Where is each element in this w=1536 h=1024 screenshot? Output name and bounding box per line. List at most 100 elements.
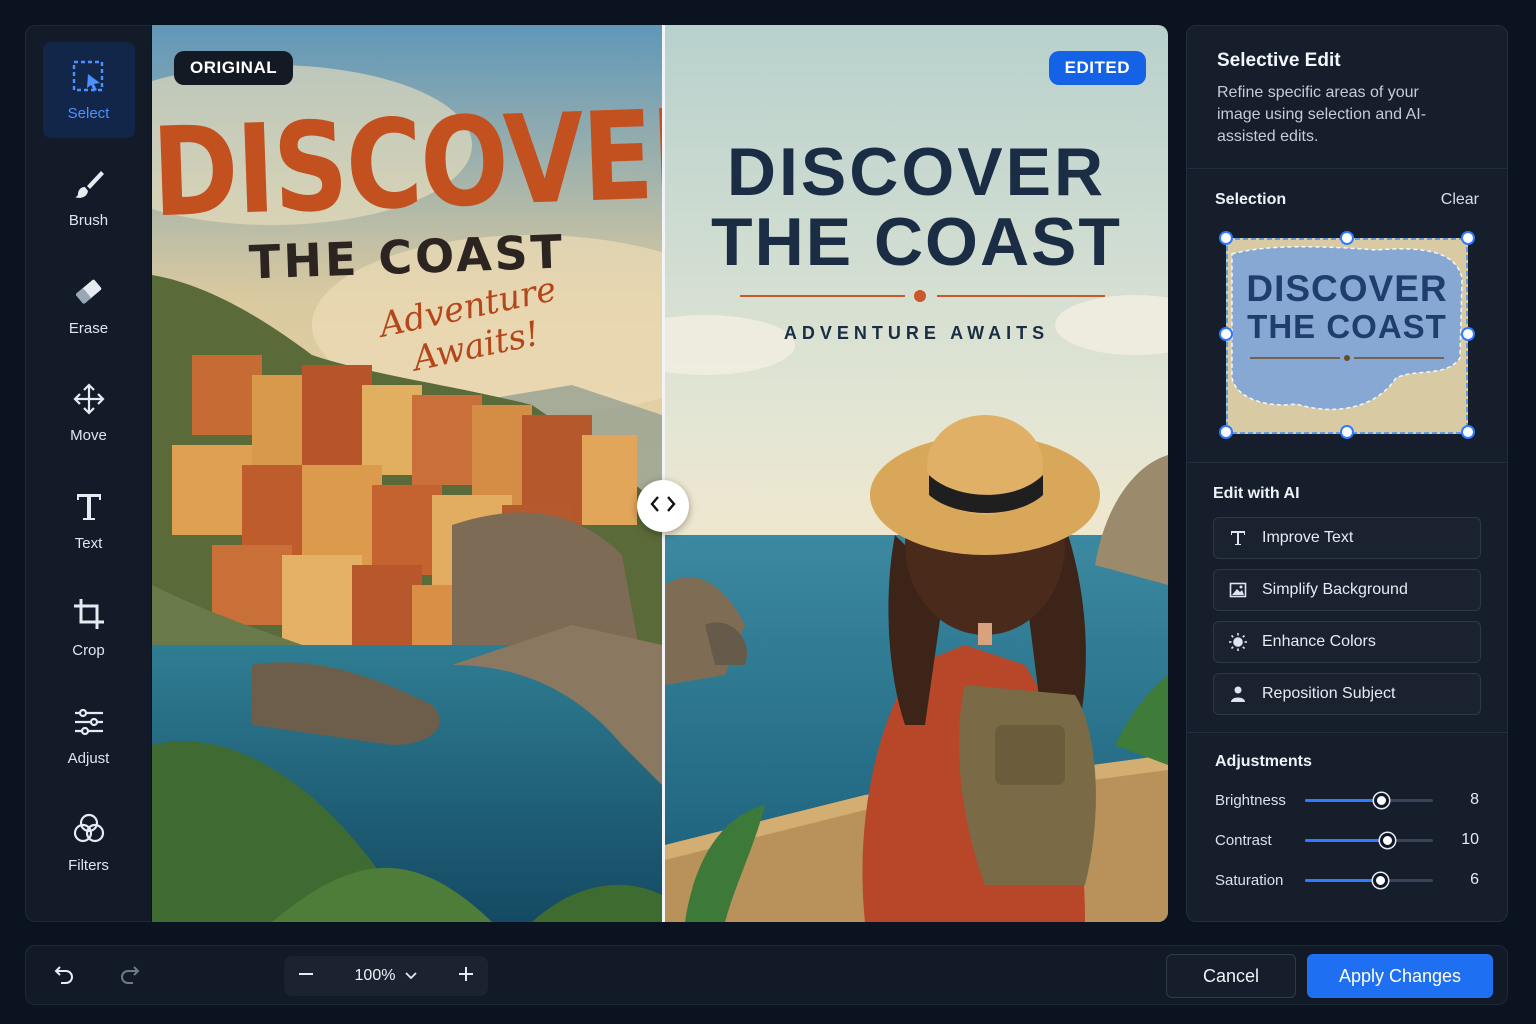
tool-crop[interactable]: Crop	[43, 580, 135, 676]
zoom-in-button[interactable]	[444, 956, 488, 996]
compare-divider[interactable]	[662, 25, 665, 922]
redo-button[interactable]	[114, 960, 146, 992]
selection-preview[interactable]: DISCOVER THE COAST	[1219, 231, 1475, 439]
tool-brush[interactable]: Brush	[43, 150, 135, 246]
resize-handle-left[interactable]	[1219, 327, 1233, 341]
edited-tag: EDITED	[1048, 51, 1146, 85]
sliders-icon	[71, 704, 107, 740]
person-icon	[1228, 684, 1248, 704]
simplify-background-button[interactable]: Simplify Background	[1213, 569, 1481, 611]
resize-handle-right[interactable]	[1461, 327, 1475, 341]
move-arrows-icon	[71, 381, 107, 417]
minus-icon	[297, 965, 315, 988]
tool-label: Move	[70, 427, 107, 444]
filters-circles-icon	[71, 811, 107, 847]
tool-label: Text	[74, 534, 103, 552]
text-t-icon	[71, 489, 107, 525]
tool-move[interactable]: Move	[43, 365, 135, 461]
resize-handle-top-right[interactable]	[1461, 231, 1475, 245]
ai-section-label: Edit with AI	[1213, 485, 1300, 502]
edited-rule-right	[937, 295, 1105, 297]
edited-rule-dot	[914, 290, 926, 302]
brightness-value: 8	[1470, 791, 1479, 808]
improve-text-button[interactable]: Improve Text	[1213, 517, 1481, 559]
ai-action-label: Simplify Background	[1262, 581, 1408, 598]
saturation-label: Saturation	[1215, 871, 1284, 889]
edited-image: DISCOVER THE COAST ADVENTURE AWAITS EDIT…	[665, 25, 1168, 922]
tool-sidebar: Select Brush Erase Move Text Crop Adjust…	[25, 25, 151, 922]
tool-text[interactable]: Text	[43, 472, 135, 568]
brightness-label: Brightness	[1215, 791, 1286, 809]
resize-handle-top-left[interactable]	[1219, 231, 1233, 245]
selection-preview-line1: DISCOVER	[1246, 268, 1448, 309]
cancel-button[interactable]: Cancel	[1166, 954, 1296, 998]
contrast-slider[interactable]	[1305, 829, 1433, 851]
tool-label: Crop	[72, 642, 105, 659]
edited-subhead: THE COAST	[711, 204, 1122, 280]
original-tag: ORIGINAL	[174, 51, 294, 85]
resize-handle-top[interactable]	[1340, 231, 1354, 245]
selection-preview-line2: THE COAST	[1247, 308, 1447, 345]
brush-icon	[71, 166, 107, 202]
contrast-row: Contrast 10	[1215, 829, 1479, 851]
text-t-icon	[1228, 528, 1248, 548]
selective-edit-panel: Selective Edit Refine specific areas of …	[1186, 25, 1508, 922]
panel-header: Selective Edit Refine specific areas of …	[1187, 26, 1507, 169]
tool-select[interactable]: Select	[42, 42, 135, 138]
edited-headline: DISCOVER	[726, 134, 1107, 210]
clear-selection-button[interactable]: Clear	[1441, 191, 1479, 209]
tool-erase[interactable]: Erase	[43, 257, 135, 353]
resize-handle-bottom-right[interactable]	[1461, 425, 1475, 439]
crop-icon	[71, 596, 107, 632]
adjustments-section: Adjustments Brightness 8 Contrast 10 Sat…	[1187, 733, 1507, 891]
chevron-down-icon	[405, 967, 418, 985]
tool-label: Filters	[68, 857, 109, 874]
compare-handle[interactable]	[637, 480, 689, 532]
image-icon	[1228, 580, 1248, 600]
zoom-control: 100%	[284, 956, 488, 996]
undo-icon	[52, 962, 76, 991]
enhance-colors-button[interactable]: Enhance Colors	[1213, 621, 1481, 663]
slider-knob[interactable]	[1374, 793, 1389, 808]
zoom-out-button[interactable]	[284, 956, 328, 996]
redo-icon	[118, 962, 142, 991]
panel-description: Refine specific areas of your image usin…	[1217, 84, 1427, 145]
saturation-row: Saturation 6	[1215, 869, 1479, 891]
edited-tagline: ADVENTURE AWAITS	[783, 323, 1050, 343]
edited-rule-left	[740, 295, 905, 297]
brightness-slider[interactable]	[1305, 789, 1433, 811]
ai-action-label: Reposition Subject	[1262, 685, 1396, 702]
slider-knob[interactable]	[1373, 873, 1388, 888]
contrast-value: 10	[1461, 831, 1479, 848]
tool-label: Adjust	[67, 749, 110, 767]
ai-action-label: Enhance Colors	[1262, 633, 1376, 650]
resize-handle-bottom[interactable]	[1340, 425, 1354, 439]
image-canvas[interactable]: DISCOVER THE COAST Adventure Awaits! ORI…	[152, 25, 1168, 922]
panel-title: Selective Edit	[1217, 50, 1341, 71]
original-image: DISCOVER THE COAST Adventure Awaits! ORI…	[152, 25, 662, 922]
tool-filters[interactable]: Filters	[43, 795, 135, 891]
selection-label: Selection	[1215, 191, 1287, 208]
plus-icon	[457, 965, 475, 988]
undo-button[interactable]	[48, 960, 80, 992]
brightness-row: Brightness 8	[1215, 789, 1479, 811]
selection-marquee-icon	[71, 59, 107, 95]
tool-label: Brush	[68, 212, 109, 229]
adjustments-label: Adjustments	[1215, 753, 1312, 770]
saturation-slider[interactable]	[1305, 869, 1433, 891]
reposition-subject-button[interactable]: Reposition Subject	[1213, 673, 1481, 715]
eraser-icon	[71, 274, 107, 310]
tool-adjust[interactable]: Adjust	[43, 687, 135, 783]
sun-icon	[1228, 632, 1248, 652]
resize-handle-bottom-left[interactable]	[1219, 425, 1233, 439]
edit-with-ai-section: Edit with AI Improve Text Simplify Backg…	[1187, 463, 1507, 733]
zoom-level-select[interactable]: 100%	[328, 967, 444, 985]
tool-label: Select	[67, 104, 110, 122]
original-headline: DISCOVER	[152, 80, 662, 245]
saturation-value: 6	[1470, 871, 1479, 888]
zoom-level: 100%	[354, 967, 396, 984]
slider-knob[interactable]	[1380, 833, 1395, 848]
apply-changes-button[interactable]: Apply Changes	[1307, 954, 1493, 998]
chevrons-left-right-icon	[649, 494, 677, 519]
ai-action-label: Improve Text	[1262, 529, 1354, 546]
